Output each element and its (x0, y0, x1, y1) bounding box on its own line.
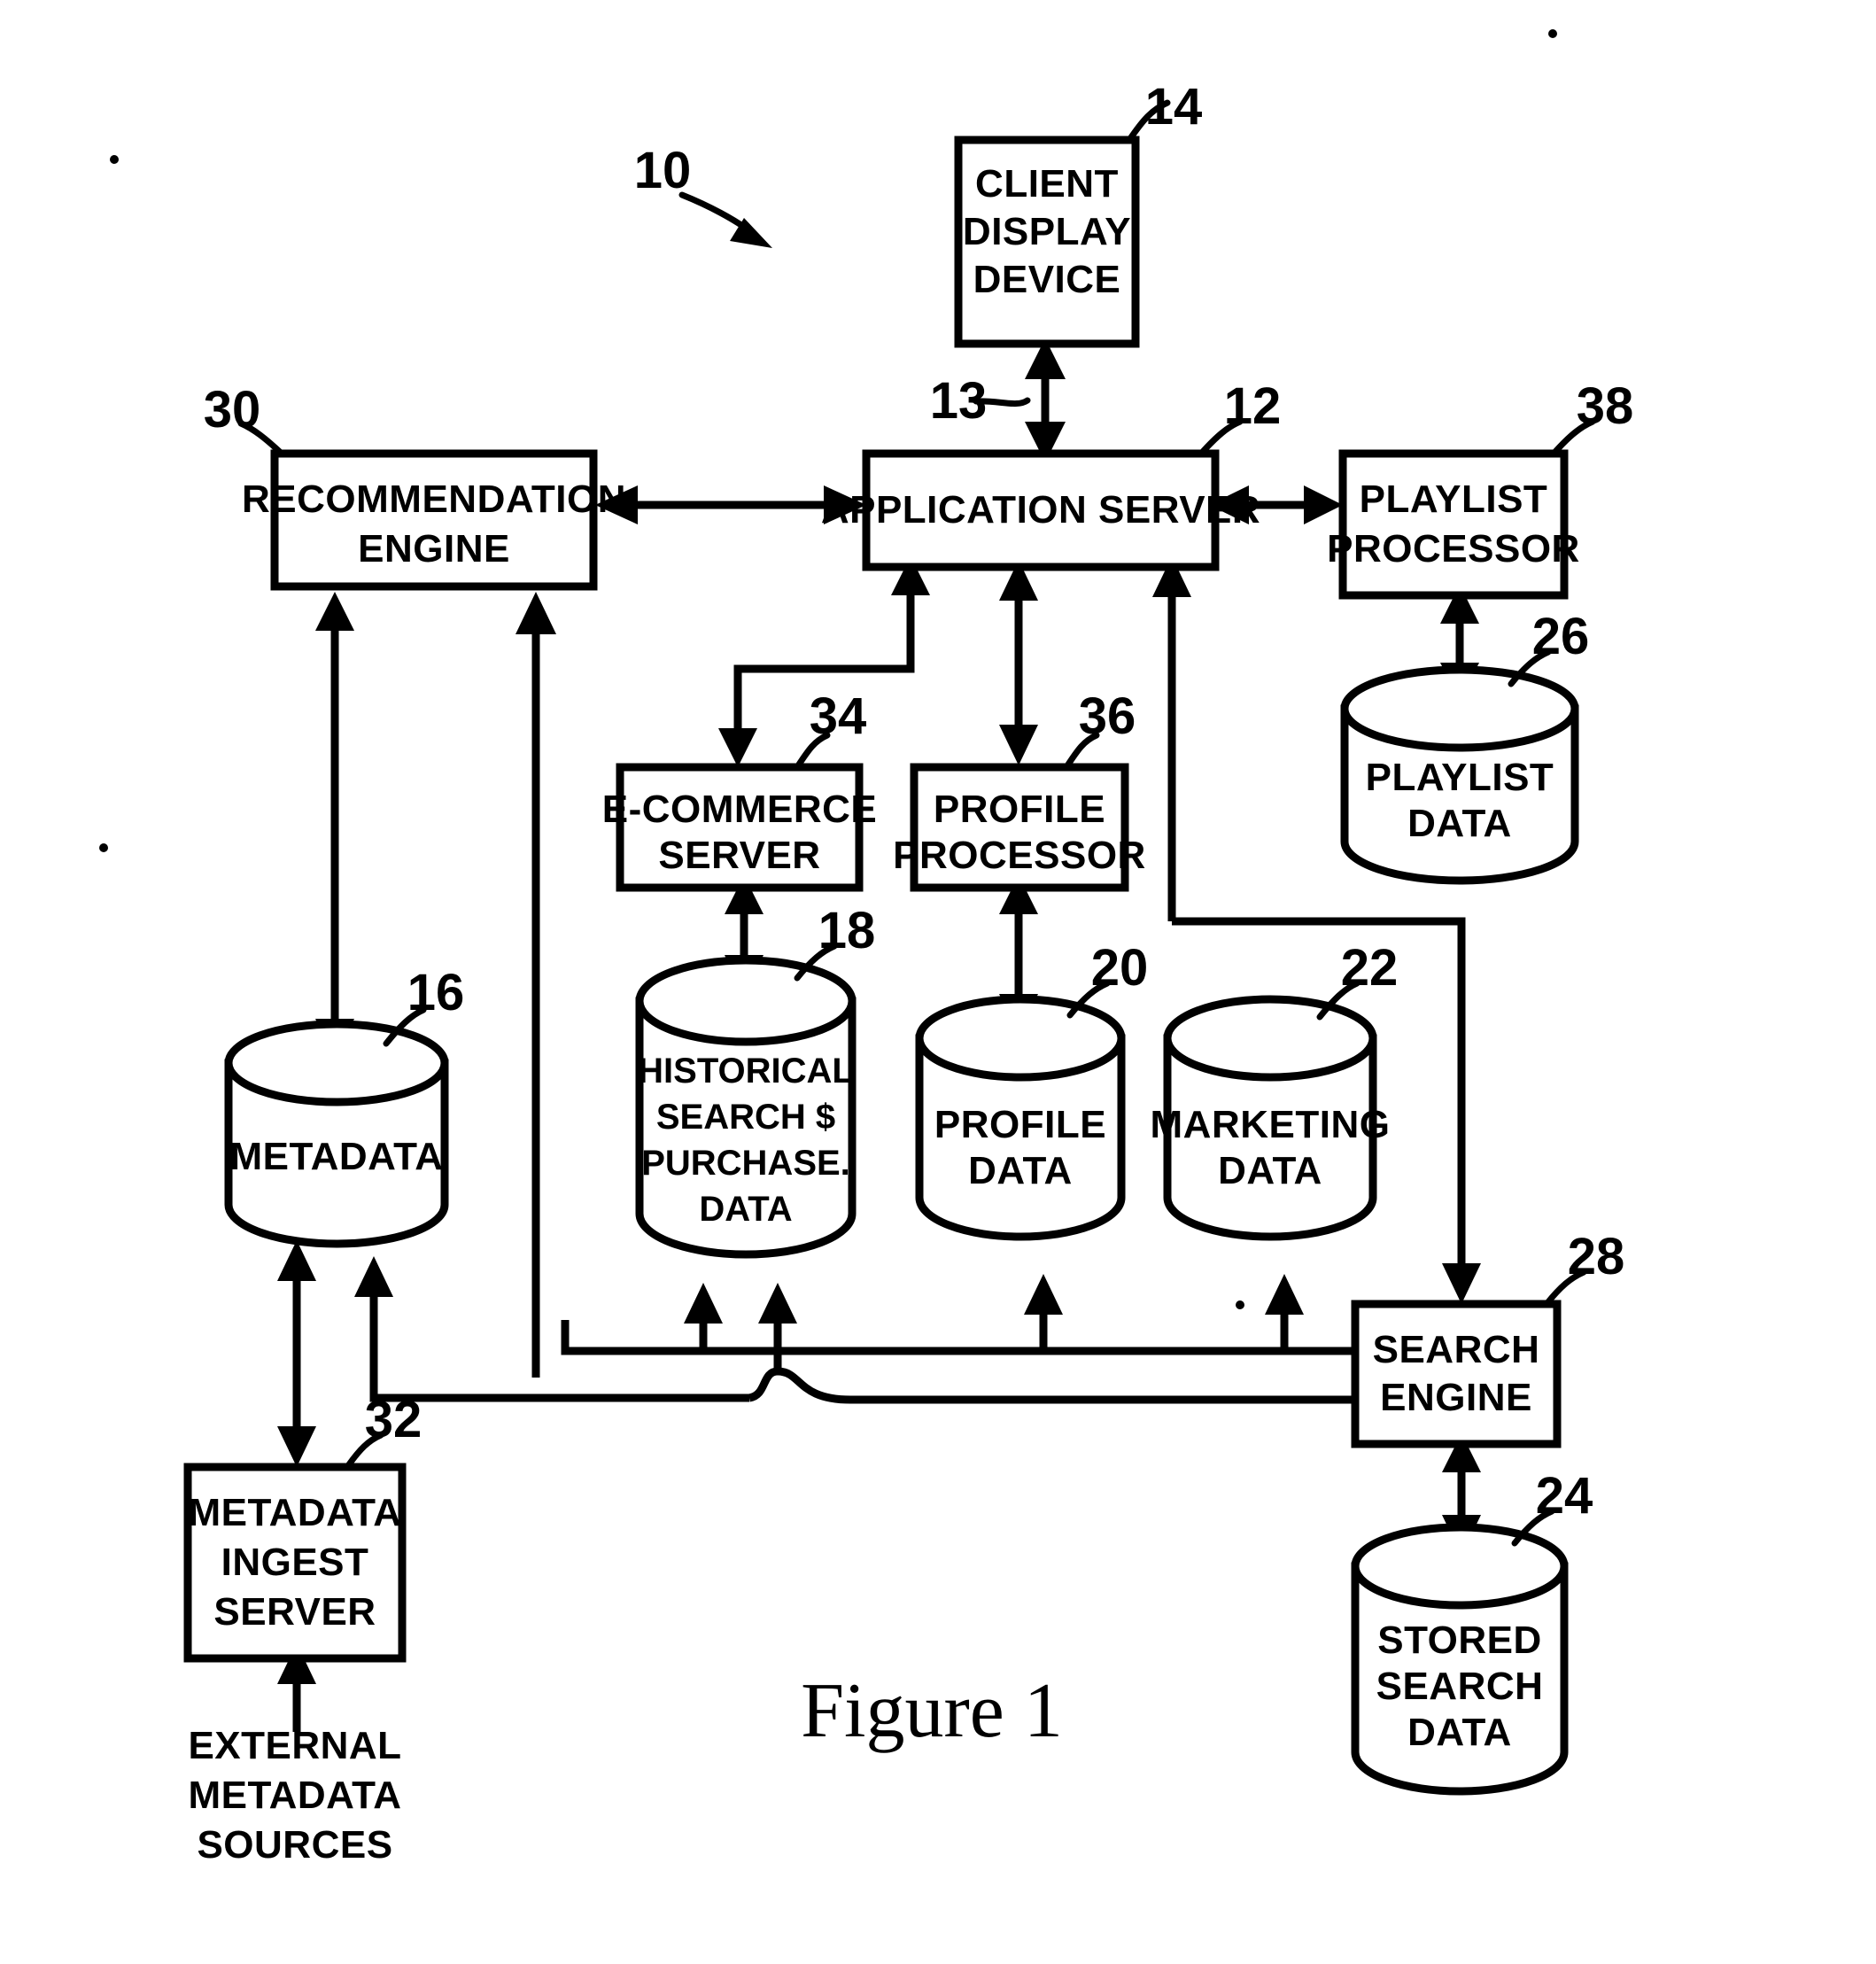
scan-speck (1548, 29, 1557, 38)
ref-number-13: 13 (930, 372, 988, 430)
ref-number-20: 20 (1091, 939, 1149, 997)
leader-ref-28: 28 (1543, 1228, 1625, 1308)
node-stored-search-data[interactable]: STORED SEARCH DATA (1351, 1523, 1569, 1796)
node-playlist-data[interactable]: PLAYLIST DATA (1340, 665, 1579, 885)
node-recommendation-engine[interactable]: RECOMMENDATION ENGINE (242, 449, 626, 591)
ref-number-24: 24 (1536, 1467, 1593, 1525)
search-engine-line-1: ENGINE (1380, 1376, 1532, 1419)
node-metadata-ingest-server[interactable]: METADATA INGEST SERVER (183, 1463, 407, 1663)
leader-ref-18: 18 (794, 902, 876, 982)
profile-processor-line-1: PROCESSOR (893, 834, 1146, 877)
ref-number-22: 22 (1341, 939, 1399, 997)
leader-ref-16: 16 (383, 964, 465, 1047)
marketing-data-line-0: MARKETING (1151, 1103, 1391, 1146)
leader-ref-34: 34 (794, 687, 867, 771)
historical-data-line-3: DATA (699, 1190, 792, 1229)
profile-data-line-1: DATA (968, 1149, 1073, 1192)
ref-number-16: 16 (407, 964, 465, 1021)
ref-number-38: 38 (1577, 377, 1634, 435)
node-application-server[interactable]: APPLICATION SERVER (821, 449, 1260, 571)
stored-search-data-line-0: STORED (1377, 1619, 1542, 1662)
leader-ref-36: 36 (1063, 687, 1136, 771)
client-display-device-line-1: DISPLAY (963, 210, 1131, 253)
leader-ref-32: 32 (344, 1391, 422, 1471)
node-search-engine[interactable]: SEARCH ENGINE (1351, 1300, 1562, 1448)
leader-ref-22: 22 (1316, 939, 1399, 1021)
node-marketing-data[interactable]: MARKETING DATA (1151, 995, 1391, 1241)
node-metadata[interactable]: METADATA (224, 1020, 449, 1248)
bus-upper (561, 1274, 1355, 1355)
node-ecommerce-server[interactable]: E-COMMERCE SERVER (602, 763, 878, 892)
metadata-ingest-line-2: SERVER (213, 1590, 376, 1634)
profile-data-line-0: PROFILE (934, 1103, 1106, 1146)
external-sources-line-0: EXTERNAL (188, 1724, 401, 1767)
historical-data-line-0: HISTORICAL (638, 1052, 854, 1091)
ref-number-18: 18 (818, 902, 876, 959)
playlist-processor-line-1: PROCESSOR (1327, 527, 1580, 571)
figure-1-diagram: CLIENT DISPLAY DEVICE 14 RECOMMENDATION … (99, 29, 1634, 1867)
wire-appserver-to-profileprocessor (999, 560, 1038, 765)
application-server-label: APPLICATION SERVER (821, 488, 1260, 532)
search-engine-line-0: SEARCH (1373, 1328, 1540, 1371)
scan-speck (1236, 1300, 1244, 1309)
node-playlist-processor[interactable]: PLAYLIST PROCESSOR (1327, 449, 1580, 600)
node-historical-search-purchase-data[interactable]: HISTORICAL SEARCH $ PURCHASE. DATA (635, 956, 857, 1259)
playlist-data-line-0: PLAYLIST (1366, 756, 1554, 799)
client-display-device-line-2: DEVICE (973, 258, 1121, 301)
ref-number-14: 14 (1145, 78, 1203, 136)
leader-ref-20: 20 (1066, 939, 1149, 1019)
external-sources-line-1: METADATA (188, 1774, 401, 1817)
external-sources-line-2: SOURCES (197, 1823, 392, 1867)
system-leader-arrow (678, 191, 772, 248)
node-profile-data[interactable]: PROFILE DATA (915, 995, 1126, 1241)
ref-number-26: 26 (1532, 608, 1590, 665)
metadata-label: METADATA (229, 1135, 443, 1178)
profile-processor-line-0: PROFILE (934, 788, 1105, 831)
recommendation-engine-line-0: RECOMMENDATION (242, 477, 626, 521)
ecommerce-server-line-0: E-COMMERCE (602, 788, 878, 831)
ref-number-28: 28 (1568, 1228, 1625, 1285)
ref-number-36: 36 (1079, 687, 1136, 745)
ref-number-34: 34 (810, 687, 867, 745)
metadata-ingest-line-1: INGEST (221, 1541, 369, 1584)
playlist-data-line-1: DATA (1407, 802, 1512, 845)
metadata-ingest-line-0: METADATA (188, 1491, 401, 1534)
scan-speck (99, 843, 108, 852)
leader-ref-30: 30 (204, 381, 285, 457)
wire-client-to-appserver (1025, 338, 1066, 462)
node-external-metadata-sources: EXTERNAL METADATA SOURCES (188, 1724, 401, 1867)
playlist-processor-line-0: PLAYLIST (1360, 477, 1548, 521)
wire-metadata-to-recommendation (315, 592, 354, 1060)
ref-number-12: 12 (1224, 377, 1282, 435)
leader-ref-12: 12 (1198, 377, 1282, 457)
bus-lower (354, 1256, 1355, 1404)
leader-ref-14: 14 (1126, 78, 1203, 144)
scan-speck (110, 155, 119, 164)
stored-search-data-line-1: SEARCH (1376, 1665, 1544, 1708)
ref-number-10: 10 (634, 142, 692, 199)
historical-data-line-1: SEARCH $ (656, 1098, 835, 1137)
patent-figure: CLIENT DISPLAY DEVICE 14 RECOMMENDATION … (0, 0, 1876, 1964)
client-display-device-line-0: CLIENT (975, 162, 1119, 206)
wire-ingest-to-metadata (277, 1240, 316, 1467)
leader-ref-26: 26 (1508, 608, 1590, 687)
ref-number-30: 30 (204, 381, 261, 439)
ecommerce-server-line-1: SERVER (658, 834, 820, 877)
recommendation-engine-line-1: ENGINE (358, 527, 510, 571)
figure-caption: Figure 1 (801, 1668, 1063, 1754)
leader-ref-24: 24 (1511, 1467, 1593, 1547)
wire-bus-to-recommendation (516, 592, 556, 1378)
leader-ref-38: 38 (1550, 377, 1634, 457)
marketing-data-line-1: DATA (1218, 1149, 1322, 1192)
stored-search-data-line-2: DATA (1407, 1711, 1512, 1754)
ref-number-32: 32 (365, 1391, 422, 1448)
historical-data-line-2: PURCHASE. (641, 1144, 850, 1183)
node-client-display-device[interactable]: CLIENT DISPLAY DEVICE (954, 136, 1140, 348)
node-profile-processor[interactable]: PROFILE PROCESSOR (893, 763, 1146, 892)
